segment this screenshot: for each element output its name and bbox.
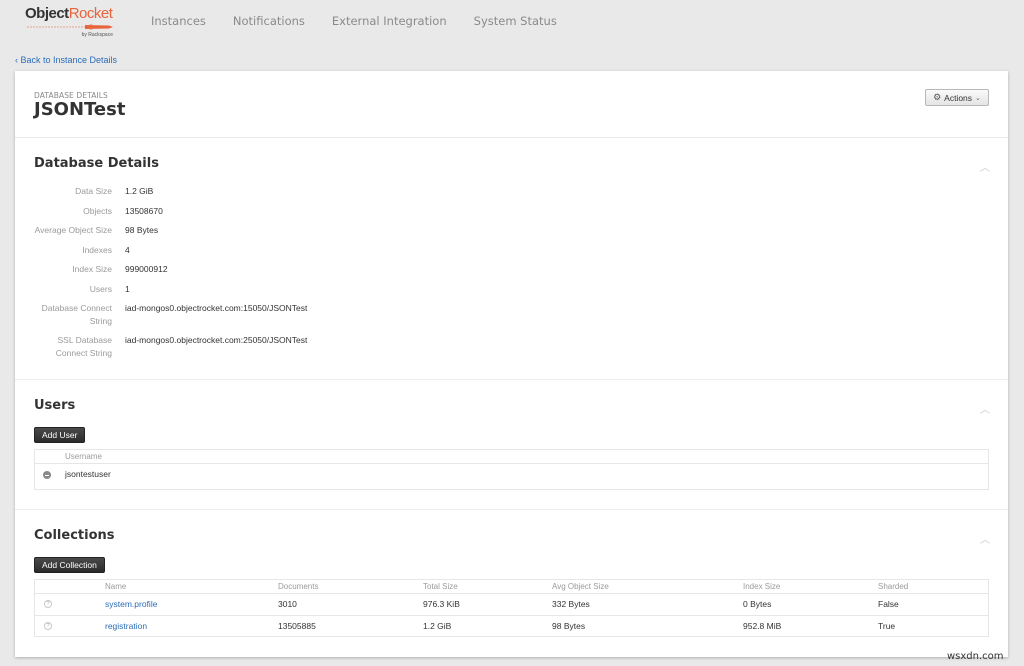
- watermark: wsxdn.com: [947, 651, 1004, 662]
- column-header-index-size: Index Size: [743, 582, 781, 591]
- gear-icon: ⚙: [933, 92, 942, 102]
- label-line: Database Connect: [41, 303, 112, 313]
- table-header: Name Documents Total Size Avg Object Siz…: [35, 580, 988, 594]
- column-header-documents: Documents: [278, 582, 319, 591]
- collections-table: Name Documents Total Size Avg Object Siz…: [34, 579, 989, 637]
- detail-value: 98 Bytes: [125, 225, 159, 235]
- index-size-cell: 0 Bytes: [743, 599, 772, 609]
- table-row: ? system.profile 3010 976.3 KiB 332 Byte…: [35, 594, 988, 615]
- remove-user-icon[interactable]: [43, 471, 51, 479]
- column-header-sharded: Sharded: [878, 582, 909, 591]
- column-header-avg-object-size: Avg Object Size: [552, 582, 609, 591]
- sharded-cell: False: [878, 599, 899, 609]
- collection-name-link[interactable]: registration: [105, 616, 147, 637]
- users-table: Username jsontestuser: [34, 449, 989, 490]
- detail-value: 13508670: [125, 205, 163, 216]
- connect-string-value[interactable]: iad-mongos0.objectrocket.com:15050/JSONT…: [125, 302, 307, 315]
- logo-wordmark: ObjectRocket: [25, 5, 113, 22]
- logo-tagline: by Rackspace: [81, 32, 113, 38]
- column-header-username: Username: [65, 452, 102, 461]
- detail-label: Objects: [83, 205, 112, 216]
- label-line: String: [89, 316, 112, 326]
- back-to-instance-details-link[interactable]: ‹ Back to Instance Details: [15, 55, 117, 65]
- help-icon[interactable]: ?: [44, 622, 52, 630]
- page-header: DATABASE DETAILS JSONTest ⚙ Actions ⌄: [15, 71, 1008, 138]
- total-size-cell: 976.3 KiB: [423, 599, 460, 609]
- table-header: Username: [35, 450, 988, 464]
- nav-system-status[interactable]: System Status: [474, 14, 557, 28]
- actions-label: Actions: [944, 92, 973, 103]
- label-line: Connect String: [55, 348, 112, 358]
- chevron-up-icon[interactable]: ︿: [978, 401, 992, 416]
- users-section: Users ︿ Add User Username jsontestuser: [15, 380, 1008, 510]
- main-nav: Instances Notifications External Integra…: [151, 14, 584, 28]
- ssl-connect-string-value[interactable]: iad-mongos0.objectrocket.com:25050/JSONT…: [125, 334, 307, 347]
- table-row: ? registration 13505885 1.2 GiB 98 Bytes…: [35, 615, 988, 636]
- label-line: SSL Database: [57, 335, 113, 345]
- database-details-section: Database Details ︿ Data Size 1.2 GiB Obj…: [15, 138, 1008, 380]
- documents-cell: 13505885: [278, 621, 316, 631]
- detail-label: Index Size: [72, 264, 112, 274]
- objectrocket-logo[interactable]: ObjectRocket by Rackspace: [25, 5, 113, 39]
- detail-label: Data Size: [75, 186, 112, 196]
- detail-label: Users: [89, 283, 112, 294]
- avg-object-size-cell: 98 Bytes: [552, 621, 586, 631]
- sharded-cell: True: [878, 621, 896, 631]
- detail-value: 1.2 GiB: [125, 186, 154, 196]
- detail-label: Database Connect String: [15, 302, 112, 328]
- section-title: Users: [34, 398, 76, 413]
- database-panel: DATABASE DETAILS JSONTest ⚙ Actions ⌄ Da…: [15, 71, 1008, 657]
- detail-label: Indexes: [82, 244, 112, 255]
- documents-cell: 3010: [278, 599, 297, 609]
- section-title: Database Details: [34, 156, 159, 171]
- chevron-up-icon[interactable]: ︿: [978, 531, 992, 546]
- collections-section: Collections ︿ Add Collection Name Docume…: [15, 510, 1008, 657]
- section-title: Collections: [34, 528, 115, 543]
- column-header-total-size: Total Size: [423, 582, 458, 591]
- page-title: JSONTest: [34, 99, 126, 120]
- add-collection-button[interactable]: Add Collection: [34, 557, 105, 573]
- index-size-cell: 952.8 MiB: [743, 621, 782, 631]
- detail-label: SSL Database Connect String: [15, 334, 112, 360]
- chevron-up-icon[interactable]: ︿: [978, 159, 992, 174]
- nav-external-integration[interactable]: External Integration: [332, 14, 447, 28]
- username-cell: jsontestuser: [65, 469, 111, 479]
- table-row: jsontestuser: [35, 464, 988, 485]
- collection-name-link[interactable]: system.profile: [105, 594, 157, 615]
- actions-dropdown-button[interactable]: ⚙ Actions ⌄: [925, 89, 989, 106]
- top-navigation-bar: ObjectRocket by Rackspace Instances Noti…: [0, 0, 1024, 46]
- add-user-button[interactable]: Add User: [34, 427, 86, 443]
- help-icon[interactable]: ?: [44, 600, 52, 608]
- nav-instances[interactable]: Instances: [151, 14, 206, 28]
- detail-value: 1: [125, 283, 130, 294]
- detail-value: 999000912: [125, 264, 168, 274]
- detail-value: 4: [125, 244, 130, 255]
- chevron-down-icon: ⌄: [975, 94, 981, 102]
- total-size-cell: 1.2 GiB: [423, 621, 452, 631]
- detail-label: Average Object Size: [34, 225, 112, 235]
- avg-object-size-cell: 332 Bytes: [552, 599, 590, 609]
- rocket-icon: [27, 24, 113, 30]
- nav-notifications[interactable]: Notifications: [233, 14, 305, 28]
- column-header-name: Name: [105, 582, 127, 591]
